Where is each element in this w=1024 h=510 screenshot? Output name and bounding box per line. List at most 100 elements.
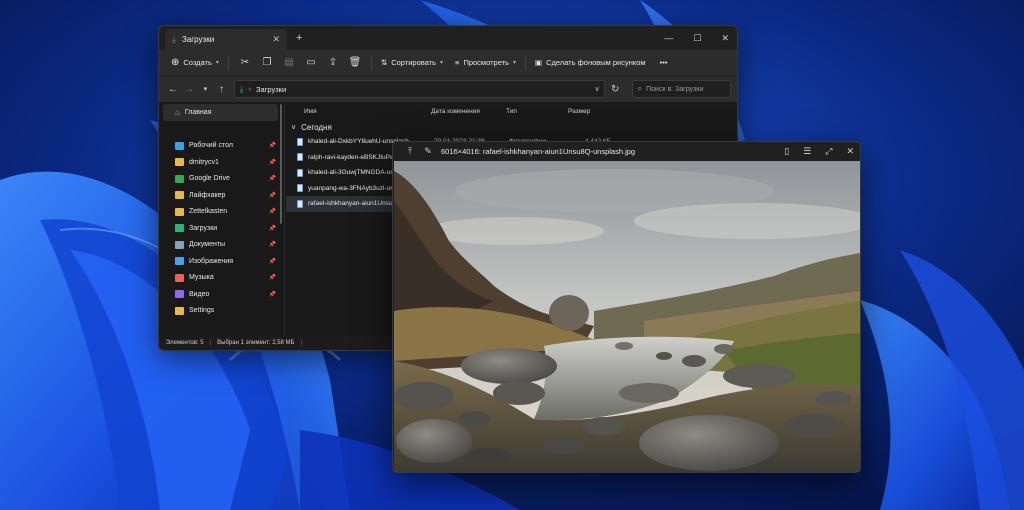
folder-icon bbox=[175, 174, 184, 183]
folder-icon bbox=[175, 207, 184, 216]
file-info-icon[interactable]: ▯ bbox=[784, 146, 789, 157]
search-input[interactable]: ⌕ Поиск в: Загрузки bbox=[631, 80, 732, 98]
pin-icon: 📌 bbox=[268, 176, 276, 183]
sidebar-item-label: Лайфхакер bbox=[189, 191, 226, 199]
address-row: ← → ▾ ↑ ⤓ › Загрузки ∨ ↻ ⌕ Поиск в: Загр… bbox=[159, 76, 737, 102]
sidebar-item-label: Settings bbox=[189, 307, 215, 315]
pin-icon[interactable]: ⤒ bbox=[401, 146, 419, 157]
recent-dropdown-icon[interactable]: ▾ bbox=[197, 85, 213, 93]
sidebar-item-изображения[interactable]: Изображения 📌 bbox=[159, 253, 284, 270]
close-icon[interactable]: ✕ bbox=[846, 146, 854, 157]
details-icon[interactable]: ☰ bbox=[803, 146, 811, 157]
maximize-icon[interactable]: ☐ bbox=[693, 33, 701, 44]
new-tab-button[interactable]: + bbox=[296, 32, 302, 44]
sidebar-item-label: Музыка bbox=[189, 274, 214, 282]
sidebar-scrollbar[interactable] bbox=[280, 104, 282, 224]
pushpin-icon[interactable]: ✎ bbox=[419, 146, 437, 157]
sidebar-item-label: Zettelkasten bbox=[189, 208, 228, 216]
sidebar-item-label: Загрузки bbox=[189, 224, 218, 232]
chevron-down-icon: ▾ bbox=[215, 60, 219, 66]
forward-arrow-icon[interactable]: → bbox=[181, 84, 197, 95]
sidebar-item-видео[interactable]: Видео 📌 bbox=[159, 286, 284, 303]
sidebar-item-google-drive[interactable]: Google Drive 📌 bbox=[159, 171, 284, 188]
folder-icon bbox=[175, 224, 184, 233]
plus-circle-icon: ⊕ bbox=[171, 57, 180, 68]
navigation-pane: ⌂ Главная Рабочий стол 📌 dmitrycv1 📌 Google … bbox=[159, 102, 285, 336]
breadcrumb-downloads[interactable]: Загрузки bbox=[256, 85, 286, 94]
sidebar-item-label: Google Drive bbox=[189, 175, 230, 183]
status-divider: | bbox=[300, 340, 303, 346]
search-icon: ⌕ bbox=[637, 84, 643, 93]
view-button[interactable]: ≡ Просмотреть ▾ bbox=[451, 53, 520, 73]
refresh-icon[interactable]: ↻ bbox=[605, 84, 626, 95]
toolbar-divider bbox=[370, 55, 372, 70]
column-headers: Имя Дата изменения Тип Размер bbox=[286, 102, 737, 120]
sidebar-item-dmitrycv1[interactable]: dmitrycv1 📌 bbox=[159, 154, 284, 171]
sidebar-item-документы[interactable]: Документы 📌 bbox=[159, 237, 284, 254]
sidebar-item-label: Главная bbox=[184, 108, 212, 116]
sort-icon: ⇅ bbox=[380, 58, 388, 67]
folder-icon bbox=[175, 257, 184, 266]
more-options-button[interactable]: ••• bbox=[656, 53, 672, 73]
column-name[interactable]: Имя bbox=[304, 108, 431, 115]
pin-icon: 📌 bbox=[268, 192, 276, 199]
close-icon[interactable]: ✕ bbox=[721, 33, 729, 44]
pin-icon: 📌 bbox=[268, 209, 276, 216]
set-as-wallpaper-button[interactable]: ▣ Сделать фоновым рисунком bbox=[531, 53, 650, 73]
minimize-icon[interactable]: — bbox=[664, 33, 673, 43]
folder-icon bbox=[175, 273, 184, 282]
column-date-modified[interactable]: Дата изменения bbox=[431, 108, 506, 115]
sidebar-item-рабочий-стол[interactable]: Рабочий стол 📌 bbox=[159, 138, 284, 155]
view-label: Просмотреть bbox=[463, 58, 509, 67]
folder-icon bbox=[175, 306, 184, 315]
pin-icon: 📌 bbox=[268, 225, 276, 232]
image-file-icon bbox=[297, 168, 303, 177]
folder-icon bbox=[175, 158, 184, 167]
column-size[interactable]: Размер bbox=[568, 108, 616, 115]
fullscreen-icon[interactable]: ⤢ bbox=[825, 146, 832, 157]
toolbar-divider bbox=[524, 55, 526, 70]
folder-icon bbox=[175, 290, 184, 299]
image-file-icon bbox=[297, 153, 303, 162]
copy-icon[interactable]: ❐ bbox=[256, 53, 278, 73]
group-label: Сегодня bbox=[301, 122, 332, 132]
close-tab-icon[interactable]: ✕ bbox=[272, 34, 280, 45]
create-button[interactable]: ⊕ Создать ▾ bbox=[167, 53, 223, 73]
share-icon[interactable]: ⇪ bbox=[322, 53, 344, 73]
rename-icon[interactable]: ▭ bbox=[300, 53, 322, 73]
download-arrow-icon: ⤓ bbox=[239, 83, 244, 94]
sidebar-item-загрузки[interactable]: Загрузки 📌 bbox=[159, 220, 284, 237]
back-arrow-icon[interactable]: ← bbox=[165, 84, 181, 95]
selection-info: Выбран 1 элемент: 2,58 МБ bbox=[217, 340, 295, 346]
sidebar-item-label: dmitrycv1 bbox=[189, 158, 219, 166]
viewer-title: 6016×4016: rafael-ishkhanyan-aiun1Unsu8Q… bbox=[441, 147, 636, 156]
chevron-down-icon: ▾ bbox=[512, 60, 516, 66]
item-count: Элементов: 5 bbox=[166, 340, 204, 346]
tab-downloads[interactable]: ⤓ Загрузки ✕ bbox=[165, 29, 287, 50]
wallpaper-icon: ▣ bbox=[534, 58, 543, 67]
sidebar-item-лайфхакер[interactable]: Лайфхакер 📌 bbox=[159, 187, 284, 204]
sidebar-item-музыка[interactable]: Музыка 📌 bbox=[159, 270, 284, 287]
column-type[interactable]: Тип bbox=[506, 108, 568, 115]
pin-icon: 📌 bbox=[268, 143, 276, 150]
address-dropdown-icon[interactable]: ∨ bbox=[595, 85, 600, 93]
delete-icon[interactable]: 🗑 bbox=[344, 53, 366, 73]
sort-button[interactable]: ⇅ Сортировать ▾ bbox=[377, 53, 447, 73]
sidebar-item-zettelkasten[interactable]: Zettelkasten 📌 bbox=[159, 204, 284, 221]
cut-icon[interactable]: ✂ bbox=[234, 53, 256, 73]
more-icon: ••• bbox=[659, 58, 668, 67]
up-arrow-icon[interactable]: ↑ bbox=[213, 84, 229, 95]
view-icon: ≡ bbox=[455, 58, 460, 67]
photo-viewer-window: ⤒ ✎ 6016×4016: rafael-ishkhanyan-aiun1Un… bbox=[392, 141, 861, 473]
address-bar[interactable]: ⤓ › Загрузки ∨ bbox=[233, 80, 605, 98]
pin-icon: 📌 bbox=[268, 159, 276, 166]
paste-icon[interactable]: ▤ bbox=[278, 53, 300, 73]
chevron-down-icon: ▾ bbox=[440, 60, 444, 66]
download-arrow-icon: ⤓ bbox=[172, 34, 176, 44]
viewer-titlebar: ⤒ ✎ 6016×4016: rafael-ishkhanyan-aiun1Un… bbox=[393, 142, 860, 161]
sidebar-item-settings[interactable]: Settings bbox=[159, 303, 284, 320]
folder-icon bbox=[175, 141, 184, 150]
group-header-today[interactable]: ∨ Сегодня bbox=[286, 120, 737, 134]
toolbar-divider bbox=[227, 55, 229, 70]
sidebar-item-home[interactable]: ⌂ Главная bbox=[163, 104, 278, 121]
